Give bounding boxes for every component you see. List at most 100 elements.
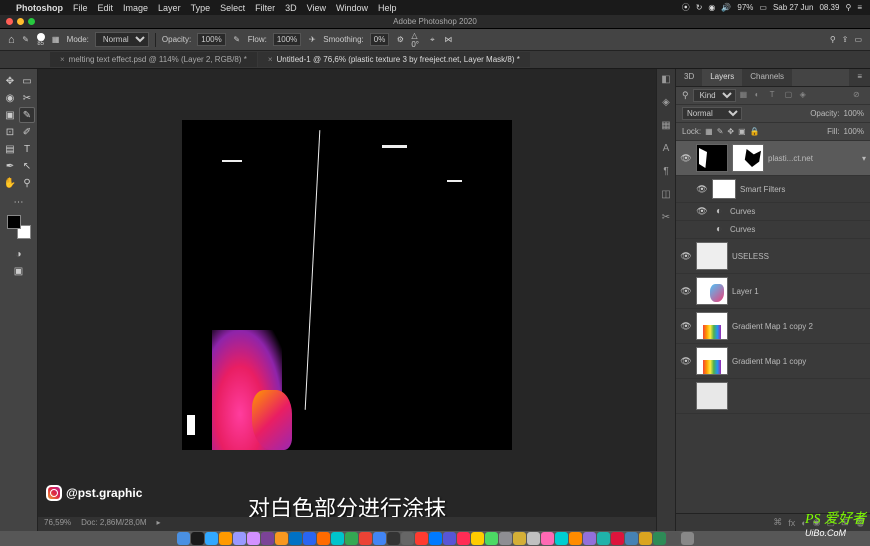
layer-item[interactable]: 👁 Gradient Map 1 copy: [676, 344, 870, 379]
dock-app-icon[interactable]: [639, 532, 652, 545]
dock-app-icon[interactable]: [499, 532, 512, 545]
document-canvas[interactable]: [182, 120, 512, 450]
lock-all-icon[interactable]: 🔒: [750, 127, 760, 136]
dock-app-icon[interactable]: [667, 532, 680, 545]
dock-app-icon[interactable]: [681, 532, 694, 545]
layer-thumbnail[interactable]: [696, 347, 728, 375]
fill-value[interactable]: 100%: [844, 127, 864, 136]
pressure-size-icon[interactable]: ⌖: [427, 35, 437, 45]
wifi-icon[interactable]: ◉: [708, 3, 715, 12]
filter-pixel-icon[interactable]: ▦: [740, 90, 751, 101]
layer-name[interactable]: Curves: [730, 207, 866, 216]
dock-app-icon[interactable]: [331, 532, 344, 545]
libraries-panel-icon[interactable]: ◫: [660, 188, 673, 201]
airbrush-icon[interactable]: ✈: [307, 35, 317, 45]
layer-name[interactable]: Gradient Map 1 copy: [732, 357, 866, 366]
layer-item[interactable]: [676, 379, 870, 414]
menu-file[interactable]: File: [73, 3, 88, 13]
panel-menu-icon[interactable]: ≡: [849, 69, 870, 86]
visibility-toggle[interactable]: 👁: [680, 286, 692, 297]
layer-item[interactable]: 👁 plasti...ct.net ▾: [676, 141, 870, 176]
lock-artboard-icon[interactable]: ▣: [738, 127, 746, 136]
document-tab-1[interactable]: × melting text effect.psd @ 114% (Layer …: [50, 52, 257, 67]
lasso-tool[interactable]: ◉: [2, 90, 18, 106]
menu-edit[interactable]: Edit: [98, 3, 114, 13]
layer-blend-select[interactable]: Normal: [682, 107, 742, 120]
layer-name[interactable]: Gradient Map 1 copy 2: [732, 322, 866, 331]
notification-center-icon[interactable]: ≡: [857, 3, 862, 12]
home-button[interactable]: ⌂: [8, 34, 15, 46]
dock-app-icon[interactable]: [177, 532, 190, 545]
dock-app-icon[interactable]: [415, 532, 428, 545]
pressure-opacity-icon[interactable]: ✎: [232, 35, 242, 45]
dock-app-icon[interactable]: [303, 532, 316, 545]
eyedropper-tool[interactable]: ✐: [19, 124, 35, 140]
dock-app-icon[interactable]: [219, 532, 232, 545]
gradient-tool[interactable]: ▤: [2, 141, 18, 157]
layer-item[interactable]: ◐ Curves: [676, 221, 870, 239]
layer-thumbnail[interactable]: [696, 242, 728, 270]
dock-app-icon[interactable]: [317, 532, 330, 545]
angle-icon[interactable]: △ 0°: [411, 35, 421, 45]
sync-icon[interactable]: ↻: [696, 3, 703, 12]
layer-item[interactable]: 👁 ◐ Curves: [676, 203, 870, 221]
filter-kind-select[interactable]: Kind: [693, 89, 736, 102]
visibility-toggle[interactable]: 👁: [696, 184, 708, 195]
swatches-panel-icon[interactable]: ▦: [660, 119, 673, 132]
doc-size[interactable]: Doc: 2,86M/28,0M: [81, 518, 146, 530]
menu-filter[interactable]: Filter: [255, 3, 275, 13]
dock-app-icon[interactable]: [261, 532, 274, 545]
brush-tool[interactable]: ✎: [19, 107, 35, 123]
dock-app-icon[interactable]: [429, 532, 442, 545]
artboard-tool[interactable]: ▭: [19, 73, 35, 89]
canvas-area[interactable]: @pst.graphic 对白色部分进行涂抹 76,59% Doc: 2,86M…: [38, 69, 656, 531]
dock-app-icon[interactable]: [359, 532, 372, 545]
volume-icon[interactable]: 🔊: [721, 3, 731, 12]
blend-mode-select[interactable]: Normal: [95, 32, 149, 47]
dock-app-icon[interactable]: [345, 532, 358, 545]
filter-smart-icon[interactable]: ◈: [800, 90, 811, 101]
dock-app-icon[interactable]: [653, 532, 666, 545]
filter-thumbnail[interactable]: [712, 179, 736, 199]
pen-tool[interactable]: ✒: [2, 158, 18, 174]
smoothing-value[interactable]: 0%: [370, 33, 390, 46]
panel-tab-channels[interactable]: Channels: [742, 69, 792, 86]
menu-select[interactable]: Select: [220, 3, 245, 13]
history-panel-icon[interactable]: ◧: [660, 73, 673, 86]
menu-layer[interactable]: Layer: [158, 3, 181, 13]
type-tool[interactable]: T: [19, 141, 35, 157]
visibility-toggle[interactable]: 👁: [680, 251, 692, 262]
share-icon[interactable]: ⇪: [842, 35, 849, 44]
menu-3d[interactable]: 3D: [285, 3, 297, 13]
visibility-toggle[interactable]: 👁: [696, 206, 708, 217]
layer-name[interactable]: Layer 1: [732, 287, 866, 296]
menubar-date[interactable]: Sab 27 Jun: [773, 3, 813, 12]
search-icon[interactable]: ⚲: [830, 35, 836, 44]
dock-app-icon[interactable]: [387, 532, 400, 545]
status-arrow[interactable]: ▸: [157, 518, 161, 530]
layer-thumbnail[interactable]: [696, 312, 728, 340]
layer-thumbnail[interactable]: [696, 382, 728, 410]
filter-icon[interactable]: ⚲: [682, 90, 689, 101]
adjustments-panel-icon[interactable]: ¶: [660, 165, 673, 178]
layer-thumbnail[interactable]: [696, 144, 728, 172]
link-layers-icon[interactable]: ⌘: [773, 517, 782, 528]
window-maximize-button[interactable]: [28, 18, 35, 25]
layer-item[interactable]: 👁 Gradient Map 1 copy 2: [676, 309, 870, 344]
dock-app-icon[interactable]: [401, 532, 414, 545]
crop-tool[interactable]: ▣: [2, 107, 18, 123]
dock-app-icon[interactable]: [373, 532, 386, 545]
brush-preview[interactable]: [37, 33, 45, 41]
smoothing-options-icon[interactable]: ⚙: [395, 35, 405, 45]
layer-name[interactable]: plasti...ct.net: [768, 154, 858, 163]
color-swatches[interactable]: [7, 215, 31, 239]
layer-item[interactable]: 👁 USELESS: [676, 239, 870, 274]
layer-item[interactable]: 👁 Layer 1: [676, 274, 870, 309]
dock-app-icon[interactable]: [471, 532, 484, 545]
layer-name[interactable]: USELESS: [732, 252, 866, 261]
dock-app-icon[interactable]: [289, 532, 302, 545]
workspace-icon[interactable]: ▭: [854, 35, 862, 44]
dock-app-icon[interactable]: [513, 532, 526, 545]
layer-item[interactable]: 👁 Smart Filters: [676, 176, 870, 203]
filter-toggle[interactable]: ⊘: [853, 90, 864, 101]
